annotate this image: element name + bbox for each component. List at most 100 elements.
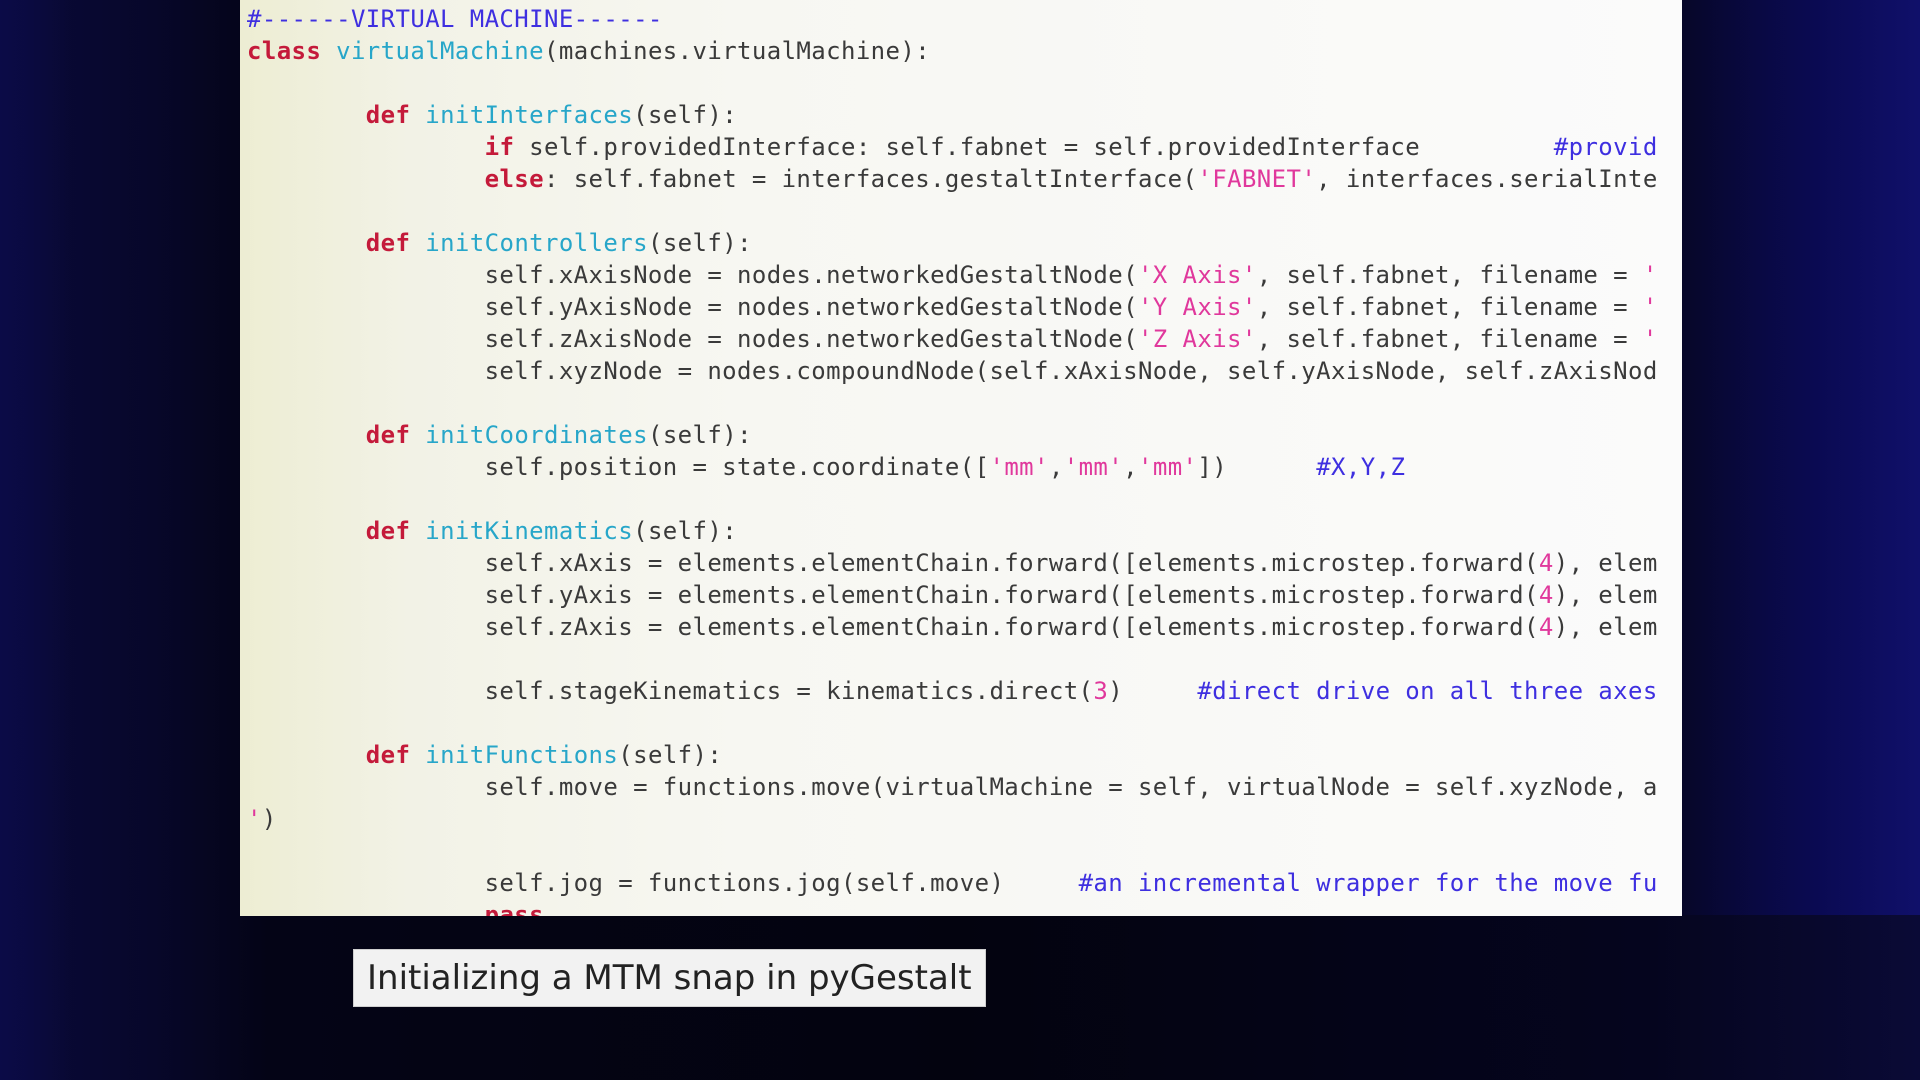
- left-edge-vignette: [0, 0, 70, 1080]
- code-text: , interfaces.serialInte: [1316, 165, 1658, 193]
- code-string: ': [1642, 293, 1658, 321]
- code-text: self.providedInterface: self.fabnet = se…: [514, 133, 1554, 161]
- code-text: (self):: [647, 229, 752, 257]
- video-caption: Initializing a MTM snap in pyGestalt: [353, 949, 986, 1007]
- code-line: self.zAxis = elements.elementChain.forwa…: [247, 611, 1658, 643]
- code-comment: #provid: [1553, 133, 1658, 161]
- code-text: self.yAxis = elements.elementChain.forwa…: [247, 581, 1539, 609]
- code-text: , self.fabnet, filename =: [1256, 261, 1643, 289]
- code-function-name: initControllers: [425, 229, 648, 257]
- code-line: '): [247, 803, 1658, 835]
- code-number: 4: [1538, 581, 1554, 609]
- code-string: 'mm': [1138, 453, 1198, 481]
- code-text: (machines.virtualMachine):: [544, 37, 931, 65]
- code-line: self.xAxis = elements.elementChain.forwa…: [247, 547, 1658, 579]
- code-line: def initFunctions(self):: [247, 739, 1658, 771]
- python-code-block: #------VIRTUAL MACHINE------ class virtua…: [247, 3, 1658, 916]
- code-text: ]): [1197, 453, 1317, 481]
- code-function-name: initFunctions: [425, 741, 619, 769]
- code-text: ,: [1048, 453, 1064, 481]
- code-line: def initCoordinates(self):: [247, 419, 1658, 451]
- code-text: (self):: [633, 517, 738, 545]
- code-comment: #------VIRTUAL MACHINE------: [247, 5, 663, 33]
- code-text: ), elem: [1553, 549, 1658, 577]
- code-string: 'Y Axis': [1137, 293, 1257, 321]
- code-string: 'mm': [1063, 453, 1124, 481]
- code-text: ): [261, 805, 277, 833]
- code-text: self.xAxisNode = nodes.networkedGestaltN…: [247, 261, 1138, 289]
- code-line: self.move = functions.move(virtualMachin…: [247, 771, 1658, 803]
- code-keyword: else: [484, 165, 544, 193]
- code-line: #------VIRTUAL MACHINE------: [247, 3, 1658, 35]
- code-keyword: if: [484, 133, 515, 161]
- code-string: ': [1642, 261, 1658, 289]
- code-number: 3: [1093, 677, 1109, 705]
- code-editor-panel: #------VIRTUAL MACHINE------ class virtua…: [240, 0, 1682, 916]
- code-line: else: self.fabnet = interfaces.gestaltIn…: [247, 163, 1658, 195]
- code-text: self.zAxisNode = nodes.networkedGestaltN…: [247, 325, 1138, 353]
- code-text: self.zAxis = elements.elementChain.forwa…: [247, 613, 1539, 641]
- code-keyword: def: [365, 741, 411, 769]
- code-string: 'X Axis': [1137, 261, 1257, 289]
- code-line: self.zAxisNode = nodes.networkedGestaltN…: [247, 323, 1658, 355]
- code-line: self.xAxisNode = nodes.networkedGestaltN…: [247, 259, 1658, 291]
- code-line: pass: [247, 899, 1658, 916]
- code-text: (self):: [647, 421, 752, 449]
- code-line: self.xyzNode = nodes.compoundNode(self.x…: [247, 355, 1658, 387]
- code-string: ': [247, 805, 262, 833]
- code-function-name: initKinematics: [425, 517, 634, 545]
- code-line: self.stageKinematics = kinematics.direct…: [247, 675, 1658, 707]
- code-line: def initKinematics(self):: [247, 515, 1658, 547]
- code-text: ), elem: [1553, 581, 1658, 609]
- code-text: self.xyzNode = nodes.compoundNode(self.x…: [247, 357, 1658, 385]
- code-text: self.stageKinematics = kinematics.direct…: [247, 677, 1094, 705]
- code-function-name: initCoordinates: [425, 421, 648, 449]
- code-comment: #direct drive on all three axes: [1197, 677, 1658, 705]
- code-line: self.jog = functions.jog(self.move) #an …: [247, 867, 1658, 899]
- code-text: self.jog = functions.jog(self.move): [247, 869, 1079, 897]
- video-frame: #------VIRTUAL MACHINE------ class virtua…: [0, 0, 1920, 1080]
- code-text: ,: [1123, 453, 1138, 481]
- code-keyword: def: [365, 229, 411, 257]
- code-text: self.position = state.coordinate([: [247, 453, 990, 481]
- code-keyword: pass: [484, 901, 544, 916]
- code-line: class virtualMachine(machines.virtualMac…: [247, 35, 1658, 67]
- code-text: self.xAxis = elements.elementChain.forwa…: [247, 549, 1539, 577]
- code-string: 'FABNET': [1197, 165, 1317, 193]
- right-edge-vignette: [1660, 0, 1920, 915]
- code-text: (self):: [633, 101, 738, 129]
- code-string: 'mm': [989, 453, 1049, 481]
- code-text: self.move = functions.move(virtualMachin…: [247, 773, 1658, 801]
- code-comment: #X,Y,Z: [1316, 453, 1406, 481]
- code-keyword: def: [365, 101, 411, 129]
- code-line: if self.providedInterface: self.fabnet =…: [247, 131, 1658, 163]
- code-text: , self.fabnet, filename =: [1256, 293, 1643, 321]
- code-text: (self):: [618, 741, 723, 769]
- code-keyword: def: [365, 421, 411, 449]
- code-string: ': [1642, 325, 1658, 353]
- code-function-name: virtualMachine: [336, 37, 544, 65]
- code-text: , self.fabnet, filename =: [1256, 325, 1643, 353]
- code-keyword: def: [365, 517, 411, 545]
- code-text: self.yAxisNode = nodes.networkedGestaltN…: [247, 293, 1138, 321]
- code-text: : self.fabnet = interfaces.gestaltInterf…: [544, 165, 1198, 193]
- code-line: self.position = state.coordinate(['mm','…: [247, 451, 1658, 483]
- code-line: self.yAxis = elements.elementChain.forwa…: [247, 579, 1658, 611]
